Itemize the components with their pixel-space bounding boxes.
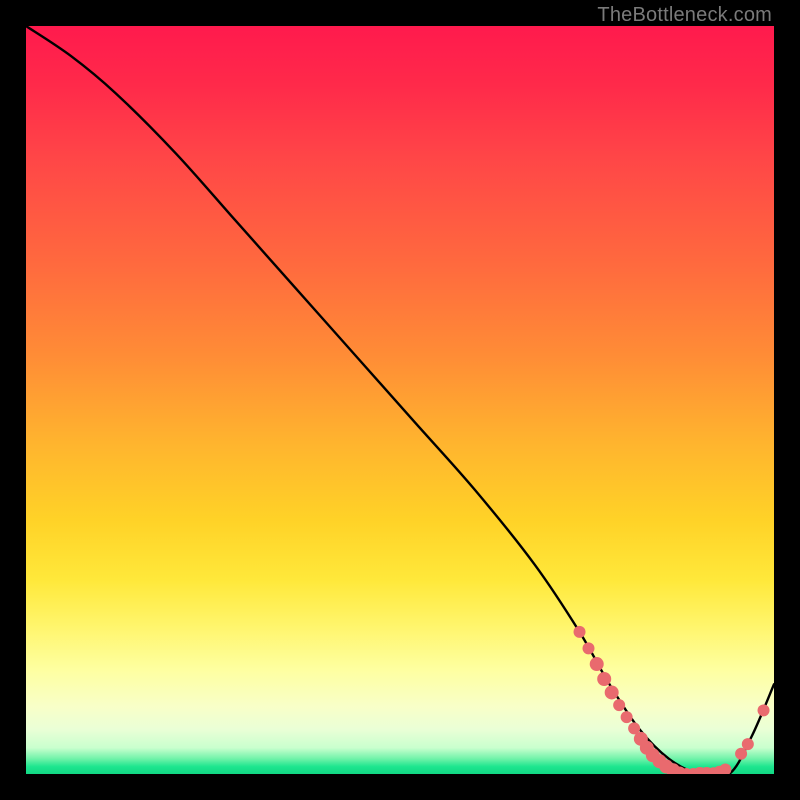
marker-dot — [590, 657, 604, 671]
marker-dot — [583, 642, 595, 654]
marker-dot — [719, 764, 731, 774]
marker-dot — [758, 704, 770, 716]
marker-dot — [742, 738, 754, 750]
marker-dot — [597, 672, 611, 686]
highlighted-points — [574, 626, 770, 774]
chart-stage: TheBottleneck.com — [0, 0, 800, 800]
marker-dot — [574, 626, 586, 638]
curve-layer — [26, 26, 774, 774]
watermark-text: TheBottleneck.com — [597, 4, 772, 27]
marker-dot — [735, 748, 747, 760]
marker-dot — [621, 711, 633, 723]
plot-area — [26, 26, 774, 774]
marker-dot — [605, 685, 619, 699]
marker-dot — [613, 699, 625, 711]
bottleneck-curve — [26, 26, 774, 774]
